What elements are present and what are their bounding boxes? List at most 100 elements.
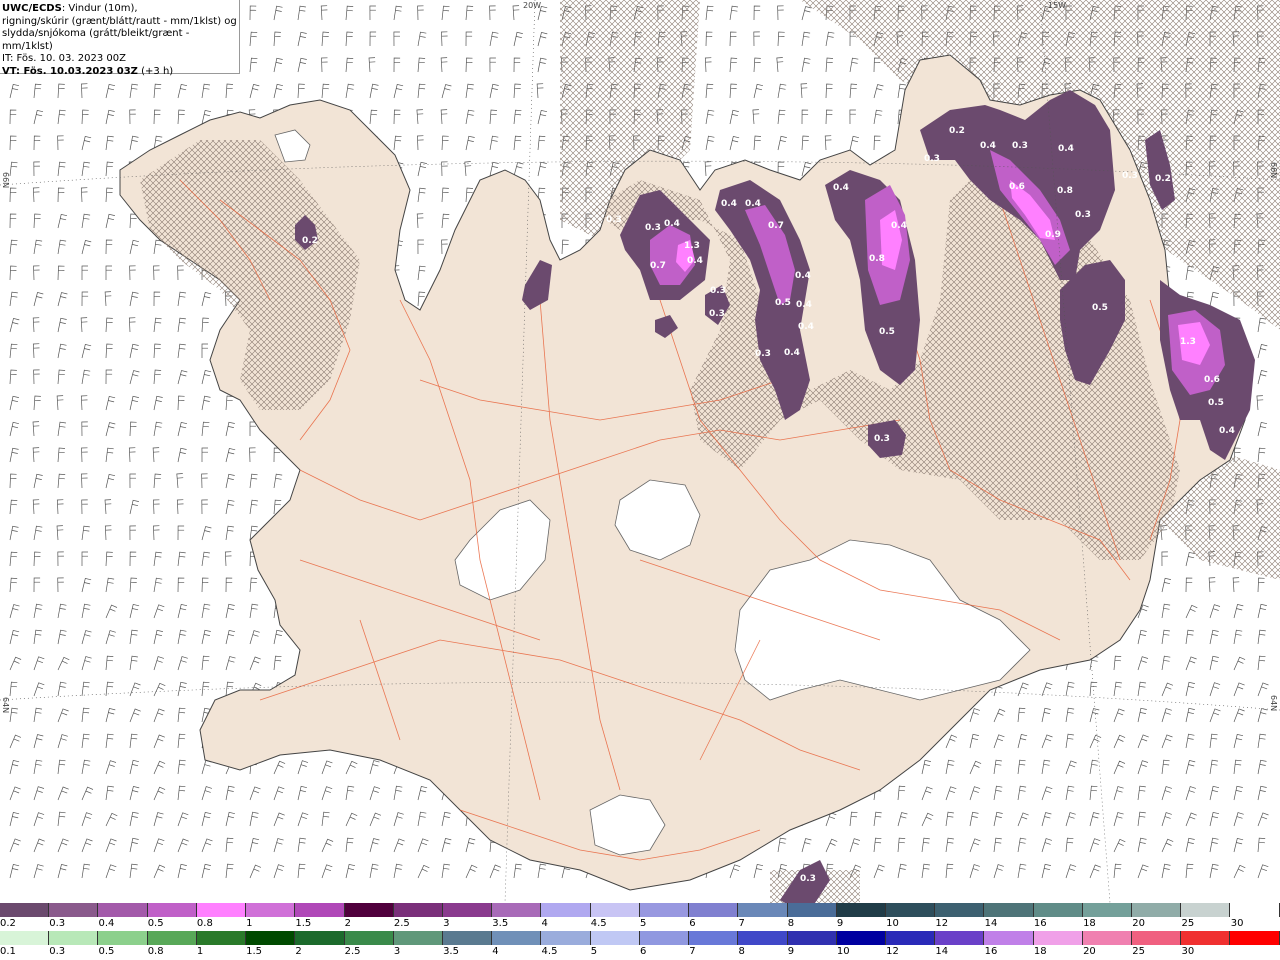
precip-value-label: 0.3 (645, 223, 661, 233)
legend-label: 30 (1230, 918, 1244, 929)
legend-swatch (49, 903, 99, 917)
legend-label: 25 (1181, 918, 1195, 929)
precip-value-label: 0.4 (745, 199, 761, 209)
legend-swatch (196, 903, 247, 917)
legend-label: 20 (1132, 918, 1146, 929)
precip-value-label: 0.2 (302, 236, 318, 246)
legend-label: 12 (935, 918, 949, 929)
precip-value-label: 0.3 (710, 286, 726, 296)
rain-legend-colorbar (0, 931, 1280, 945)
legend-label: 2.5 (344, 946, 361, 957)
legend-swatch (295, 931, 345, 945)
legend-label: 2 (344, 918, 351, 929)
grid-label-66n-right: 66N (1269, 162, 1278, 178)
legend-swatch (344, 903, 394, 917)
legend-label: 12 (886, 946, 899, 957)
legend-swatch (787, 931, 837, 945)
precip-value-label: 0.4 (798, 322, 814, 332)
info-title-line: UWC/ECDS: Vindur (10m), (2, 3, 239, 16)
legend-label: 4.5 (541, 946, 558, 957)
precip-value-label: 0.8 (869, 254, 885, 264)
precip-value-label: 0.7 (650, 261, 666, 271)
legend-label: 8 (738, 946, 745, 957)
legend-label: 20 (1083, 946, 1096, 957)
precip-value-label: 1.3 (1180, 337, 1196, 347)
precip-value-label: 0.9 (1045, 230, 1061, 240)
legend-label: 0.1 (0, 946, 16, 957)
legend-label: 7 (738, 918, 745, 929)
legend-label: 0.5 (147, 918, 164, 929)
grid-label-66n-left: 66N (1, 172, 10, 188)
legend-swatch (1033, 903, 1083, 917)
legend-label: 3.5 (492, 918, 509, 929)
legend-swatch (738, 903, 788, 917)
legend-swatch (590, 903, 640, 917)
valid-time: VT: Fös. 10.03.2023 03Z (2, 65, 138, 77)
precip-value-label: 0.3 (606, 215, 622, 225)
legend-label: 0.8 (196, 918, 213, 929)
legend-label: 9 (836, 918, 844, 929)
description-line-2: rigning/skúrir (grænt/blátt/rautt - mm/1… (2, 15, 237, 27)
precip-value-label: 0.3 (874, 434, 890, 444)
weather-map[interactable]: 20W 15W 66N 66N 64N 64N 0.2 0.4 0.2 0.3 0.3 0… (0, 0, 1280, 903)
legend-swatch (787, 903, 837, 917)
precip-value-label: 0.4 (833, 183, 849, 193)
precip-value-label: 0.6 (1204, 375, 1220, 385)
legend-swatch (1132, 931, 1182, 945)
precip-value-label: 0.5 (879, 327, 895, 337)
legend-swatch (0, 903, 50, 917)
snow-legend-labels: 0.2 0.3 0.4 0.5 0.8 1 1.5 2 2.5 3 3.5 4 4.5 5 6 7 8 9 10 12… (0, 917, 1280, 931)
precip-value-label: 0.4 (721, 199, 737, 209)
precip-value-label: 1.3 (684, 241, 700, 251)
legend-swatch (639, 903, 690, 917)
legend-label: 10 (836, 946, 850, 957)
precip-value-label: 0.4 (796, 300, 812, 310)
legend-swatch (196, 931, 247, 945)
precip-value-label: 0.6 (1009, 182, 1025, 192)
legend-label: 0.4 (98, 918, 115, 929)
legend-swatch (442, 931, 493, 945)
legend-swatch (885, 931, 936, 945)
legend-swatch (1033, 931, 1083, 945)
legend-swatch (1132, 903, 1182, 917)
valid-time-offset: (+3 h) (137, 65, 174, 77)
legend-swatch (1082, 903, 1133, 917)
precip-value-label: 0.3 (709, 309, 725, 319)
legend-swatch (639, 931, 690, 945)
legend-swatch (246, 903, 296, 917)
legend-swatch (1181, 903, 1231, 917)
precip-value-label: 0.4 (891, 221, 907, 231)
legend-label: 6 (689, 918, 696, 929)
precip-value-label: 0.5 (775, 298, 791, 308)
precip-value-label: 0.3 (800, 874, 816, 884)
precip-value-label: 0.4 (687, 256, 703, 266)
description-line-3: slydda/snjókoma (grátt/bleikt/grænt - mm… (2, 28, 190, 52)
legend-swatch (836, 931, 886, 945)
precip-value-label: 0.8 (1057, 186, 1073, 196)
legend-label: 14 (984, 918, 998, 929)
legend-swatch (344, 931, 394, 945)
legend-label: 14 (935, 946, 949, 957)
legend-label: 30 (1181, 946, 1195, 957)
legend-swatch (885, 903, 936, 917)
legend-label: 16 (984, 946, 998, 957)
precip-value-label: 0.4 (795, 271, 811, 281)
precip-value-label: 0.4 (980, 141, 996, 151)
legend-label: 6 (640, 946, 647, 957)
initial-time: IT: Fös. 10. 03. 2023 00Z (2, 53, 126, 64)
legend-swatch (442, 903, 493, 917)
model-name: UWC/ECDS (2, 3, 62, 14)
legend-label: 0.3 (49, 946, 66, 957)
grid-label-64n-left: 64N (1, 697, 10, 713)
legend-label: 1.5 (295, 918, 312, 929)
legend-swatch (49, 931, 99, 945)
legend-swatch (98, 903, 148, 917)
legend-label: 3 (443, 918, 450, 929)
legend-label: 4 (541, 918, 548, 929)
legend-label: 5 (640, 918, 647, 929)
legend-label: 4.5 (590, 918, 607, 929)
legend-swatch (541, 931, 591, 945)
legend-label: 1.5 (246, 946, 263, 957)
legend-label: 0.5 (98, 946, 115, 957)
legend-swatch (1082, 931, 1133, 945)
